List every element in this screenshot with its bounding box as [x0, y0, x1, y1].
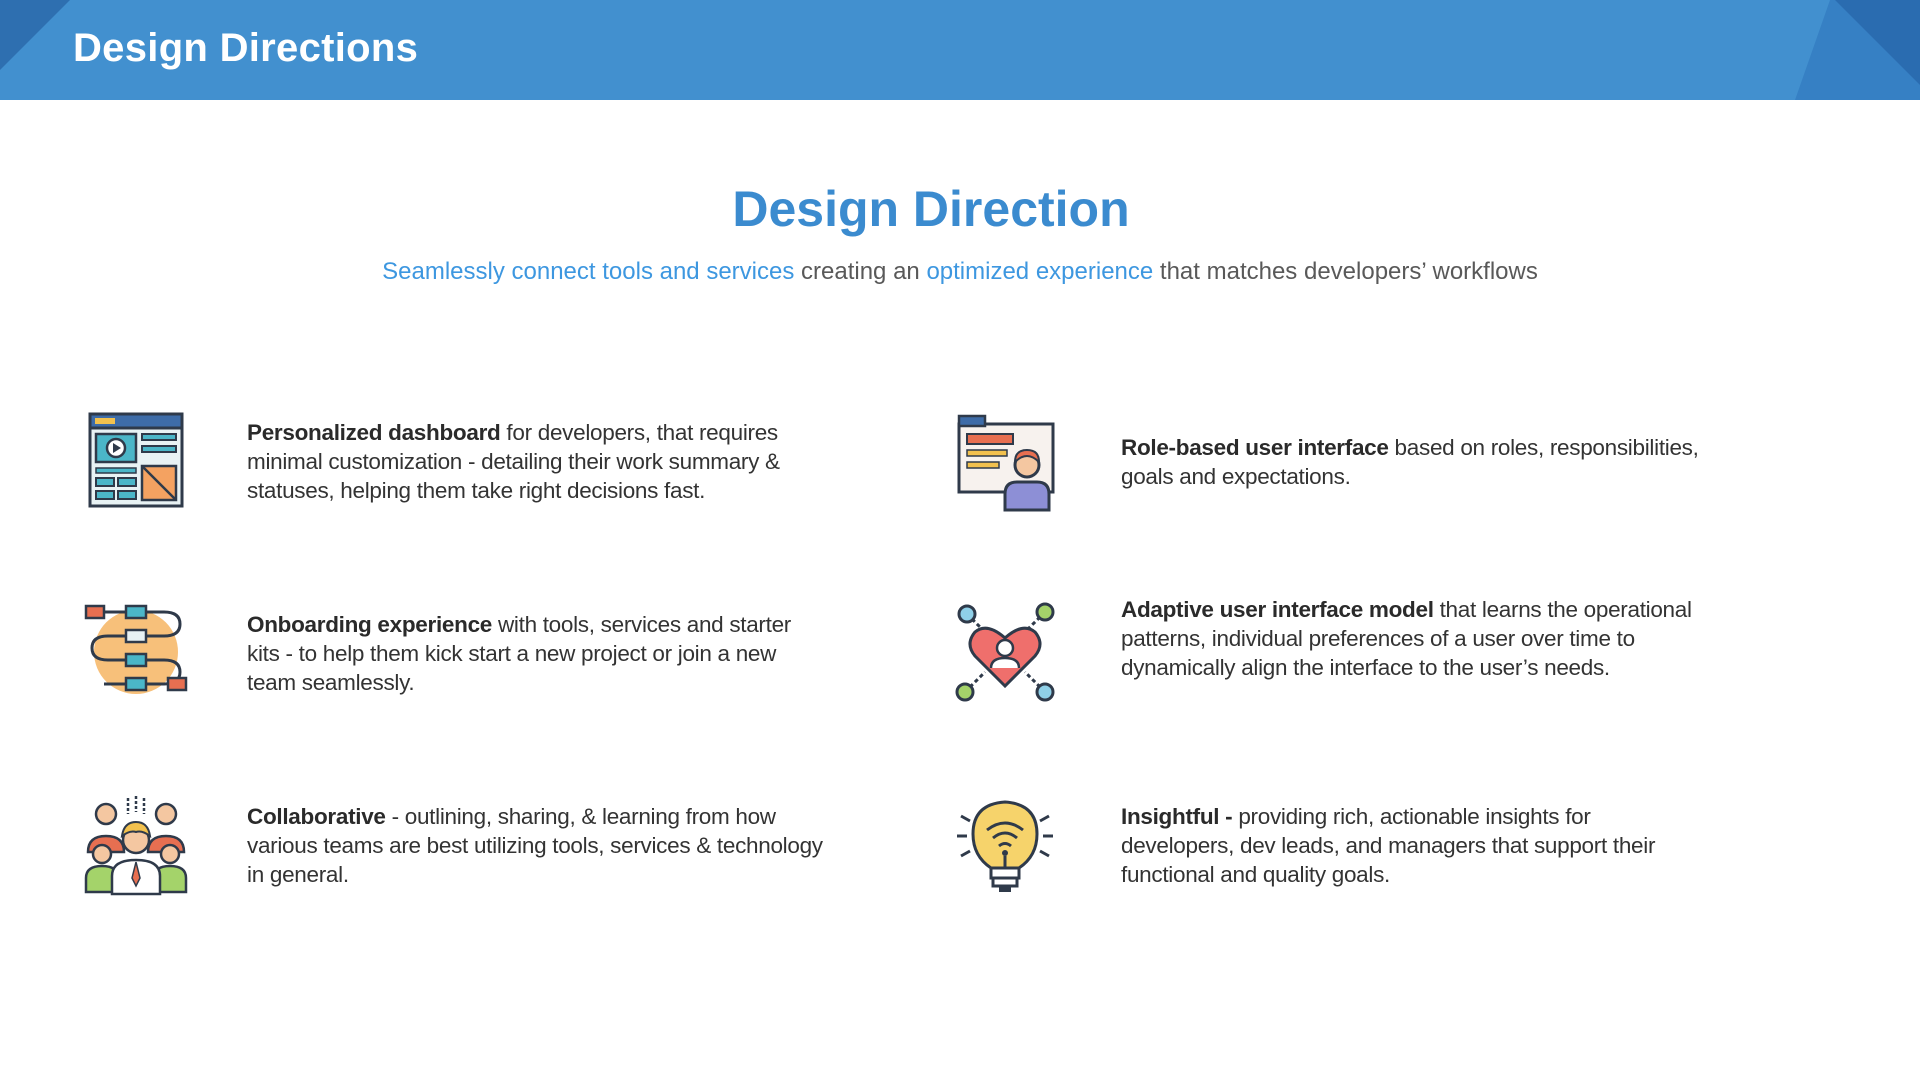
feature-text-insightful: Insightful - providing rich, actionable …	[1121, 802, 1701, 889]
subtitle-text-2: that matches developers’ workflows	[1153, 258, 1538, 285]
workflow-icon	[84, 604, 188, 694]
feature-title: Collaborative	[247, 804, 386, 829]
team-icon	[84, 796, 188, 896]
feature-title: Personalized dashboard	[247, 420, 501, 445]
slide: Design Directions Design Direction Seaml…	[0, 0, 1920, 1080]
feature-text-dashboard: Personalized dashboard for developers, t…	[247, 418, 827, 505]
feature-text-onboarding: Onboarding experience with tools, servic…	[247, 610, 827, 697]
subtitle-highlight-2: optimized experience	[926, 258, 1154, 285]
feature-text-role-based: Role-based user interface based on roles…	[1121, 433, 1751, 491]
header-title: Design Directions	[73, 26, 419, 70]
heart-network-icon	[955, 602, 1055, 702]
feature-title: Adaptive user interface model	[1121, 597, 1434, 622]
header-bar: Design Directions	[0, 0, 1920, 100]
page-title: Design Direction	[732, 181, 1130, 237]
feature-title: Role-based user interface	[1121, 435, 1389, 460]
feature-title: Onboarding experience	[247, 612, 493, 637]
page-subtitle: Seamlessly connect tools and services cr…	[0, 258, 1920, 286]
subtitle-highlight-1: Seamlessly connect tools and services	[382, 258, 795, 285]
lightbulb-icon	[957, 800, 1053, 892]
feature-title: Insightful -	[1121, 804, 1233, 829]
feature-text-adaptive: Adaptive user interface model that learn…	[1121, 595, 1701, 682]
subtitle-text-1: creating an	[794, 258, 927, 285]
dashboard-icon	[88, 412, 184, 508]
feature-text-collaborative: Collaborative - outlining, sharing, & le…	[247, 802, 827, 889]
role-presentation-icon	[957, 414, 1055, 512]
